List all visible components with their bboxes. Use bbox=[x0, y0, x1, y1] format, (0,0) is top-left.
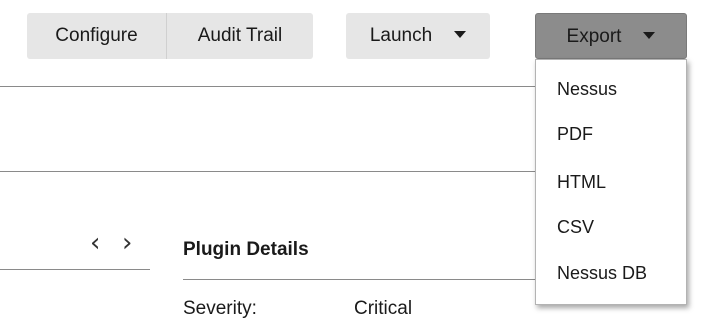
severity-label: Severity: bbox=[183, 298, 257, 319]
severity-value: Critical bbox=[354, 298, 413, 319]
export-menu-item-html[interactable]: HTML bbox=[557, 172, 606, 193]
export-button-label: Export bbox=[566, 26, 622, 47]
export-button[interactable]: Export bbox=[535, 13, 687, 59]
scan-page: Configure Audit Trail Launch Export ‹ › … bbox=[0, 0, 711, 326]
chevron-right-icon[interactable]: › bbox=[122, 228, 132, 258]
export-menu-item-pdf[interactable]: PDF bbox=[557, 124, 593, 145]
audit-trail-button-label: Audit Trail bbox=[197, 25, 283, 46]
divider bbox=[0, 171, 560, 172]
plugin-details-heading: Plugin Details bbox=[183, 239, 309, 260]
launch-button-label: Launch bbox=[369, 25, 433, 46]
export-menu-item-nessus-db[interactable]: Nessus DB bbox=[557, 263, 647, 284]
caret-down-icon bbox=[643, 31, 656, 39]
audit-trail-button[interactable]: Audit Trail bbox=[166, 13, 313, 59]
divider bbox=[183, 279, 543, 280]
export-menu-item-csv[interactable]: CSV bbox=[557, 217, 594, 238]
configure-button[interactable]: Configure bbox=[27, 13, 166, 59]
export-menu-item-nessus[interactable]: Nessus bbox=[557, 79, 617, 100]
divider bbox=[0, 86, 560, 87]
export-dropdown-menu: Nessus PDF HTML CSV Nessus DB bbox=[535, 59, 687, 305]
caret-down-icon bbox=[454, 30, 467, 38]
chevron-left-icon[interactable]: ‹ bbox=[90, 228, 100, 258]
configure-button-label: Configure bbox=[55, 25, 138, 46]
launch-button[interactable]: Launch bbox=[346, 13, 490, 59]
divider bbox=[0, 269, 150, 270]
